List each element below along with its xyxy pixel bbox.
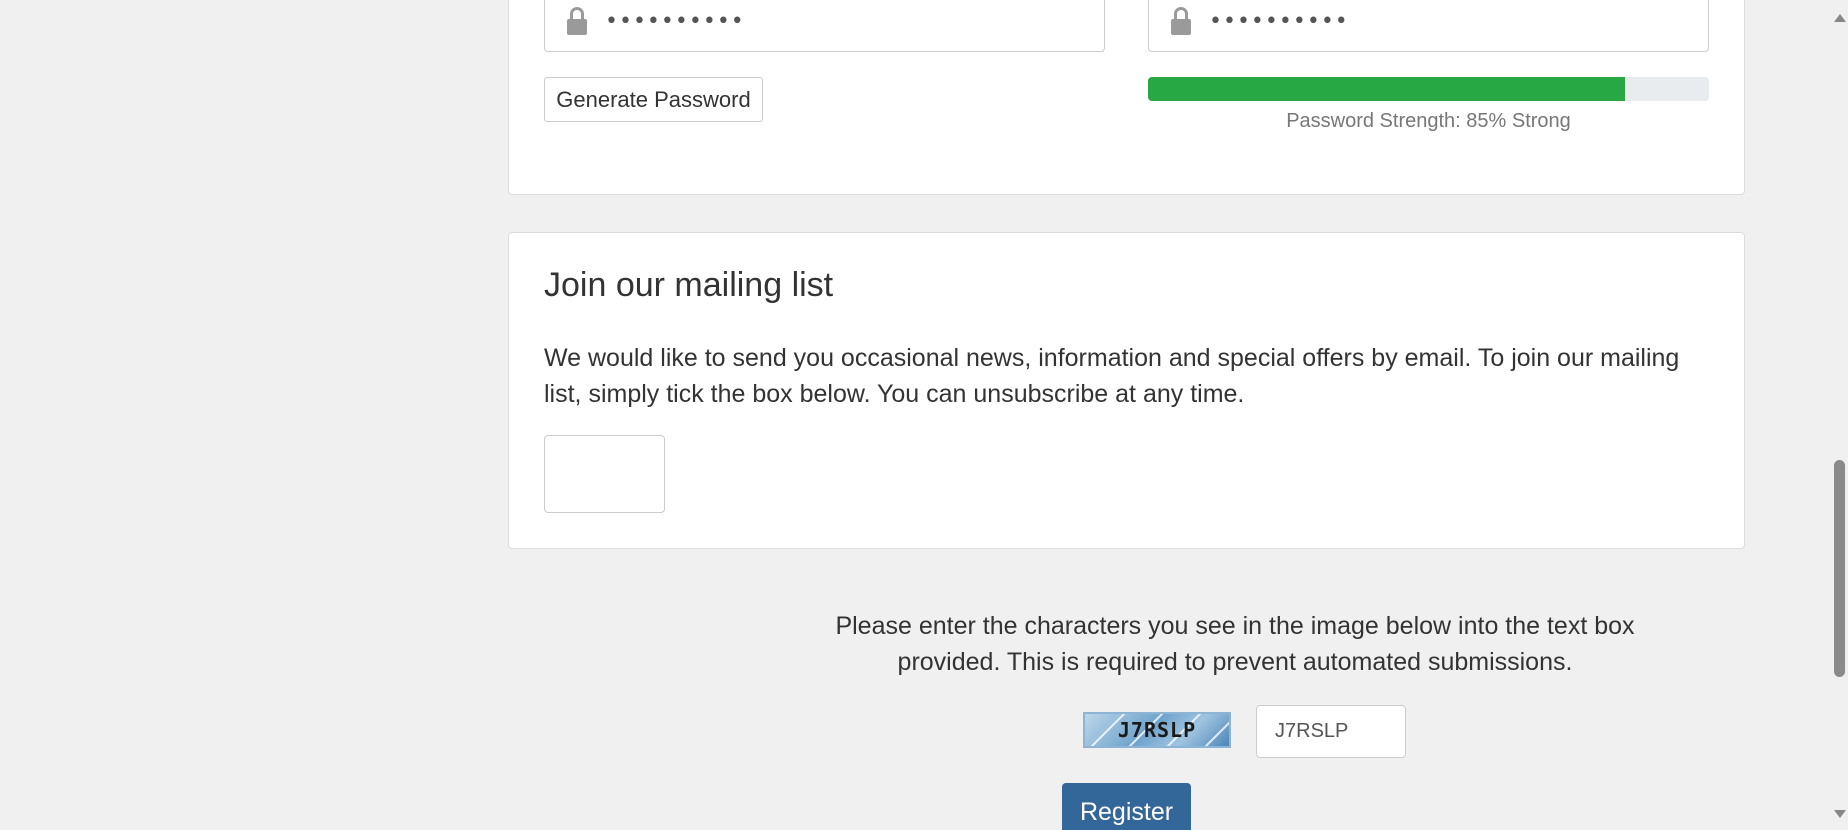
password-input[interactable]: •••••••••• xyxy=(544,0,1105,52)
captcha-instructions: Please enter the characters you see in t… xyxy=(835,612,1635,676)
vertical-scrollbar[interactable] xyxy=(1831,0,1848,830)
lock-icon xyxy=(567,7,587,35)
lock-icon xyxy=(1171,7,1191,35)
confirm-password-value: •••••••••• xyxy=(1209,8,1349,34)
scroll-down-arrow-icon[interactable] xyxy=(1834,810,1846,818)
mailing-list-description: We would like to send you occasional new… xyxy=(544,344,1680,408)
captcha-input[interactable] xyxy=(1256,705,1406,758)
scroll-up-arrow-icon[interactable] xyxy=(1834,14,1846,22)
password-strength-fill xyxy=(1148,77,1625,101)
scrollbar-thumb[interactable] xyxy=(1834,460,1845,677)
confirm-password-input[interactable]: •••••••••• xyxy=(1148,0,1709,52)
mailing-list-heading: Join our mailing list xyxy=(544,266,834,304)
password-strength-bar xyxy=(1148,77,1709,101)
captcha-code: J7RSLP xyxy=(1117,718,1197,742)
register-button[interactable]: Register xyxy=(1062,783,1191,830)
password-value: •••••••••• xyxy=(605,8,745,34)
generate-password-button[interactable]: Generate Password xyxy=(544,77,763,122)
password-strength-text: Password Strength: 85% Strong xyxy=(1286,110,1571,132)
captcha-image: J7RSLP xyxy=(1083,712,1231,748)
mailing-list-checkbox[interactable] xyxy=(544,435,665,513)
